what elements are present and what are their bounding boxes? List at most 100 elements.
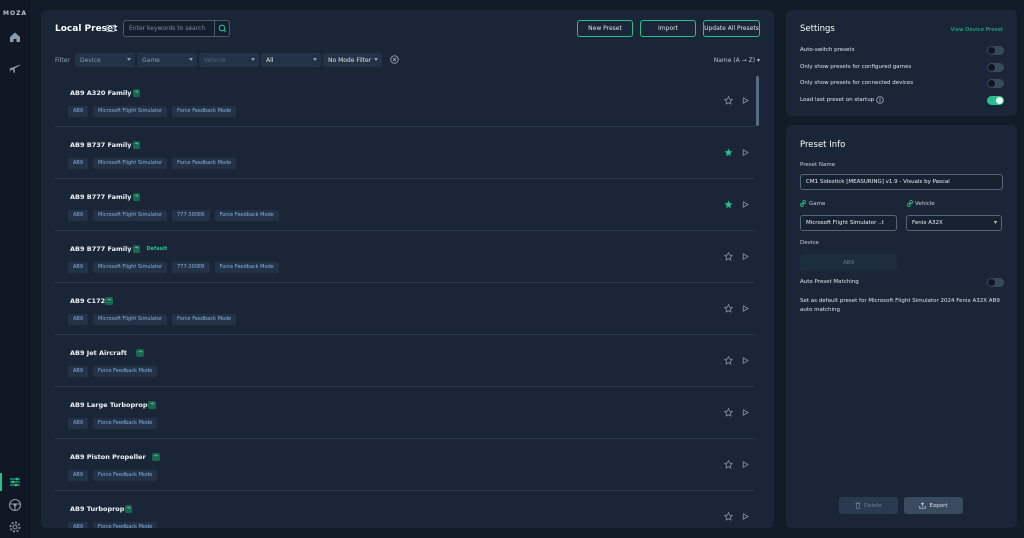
- toggle-knob: [988, 47, 995, 54]
- preset-tag: Force Feedback Mode: [172, 158, 237, 169]
- play-icon[interactable]: [742, 357, 749, 364]
- type-filter-dropdown[interactable]: All: [261, 53, 321, 67]
- play-icon[interactable]: [742, 201, 749, 208]
- star-outline-icon[interactable]: [724, 460, 733, 469]
- vehicle-filter-value: Vehicle: [204, 56, 226, 64]
- preset-tag: Force Feedback Mode: [93, 418, 158, 429]
- preset-info-panel: Preset Info Preset Name CM1 Sidestick [M…: [786, 125, 1017, 528]
- preset-row[interactable]: AB9 Piston Propeller → AB9 Force Feedback M…: [55, 440, 755, 491]
- vehicle-dropdown[interactable]: Fenix A32X ▾: [906, 215, 1002, 231]
- new-preset-button[interactable]: New Preset: [577, 20, 633, 37]
- import-button[interactable]: Import: [640, 20, 696, 37]
- tag-list: AB9 Microsoft Flight Simulator Force Feedb…: [68, 314, 237, 325]
- preset-row[interactable]: AB9 A320 Family → AB9 Microsoft Flight Simu…: [55, 76, 755, 127]
- preset-tag: Microsoft Flight Simulator: [93, 158, 168, 169]
- preset-tag: AB9: [68, 470, 89, 481]
- star-outline-icon[interactable]: [724, 96, 733, 105]
- gear-icon[interactable]: [8, 520, 22, 534]
- chevron-down-icon: ▾: [993, 219, 997, 226]
- play-icon[interactable]: [742, 461, 749, 468]
- info-icon[interactable]: [876, 95, 884, 104]
- settings-title: Settings: [800, 24, 835, 34]
- play-icon[interactable]: [742, 149, 749, 156]
- toggle-knob: [988, 80, 995, 87]
- preset-tag: Force Feedback Mode: [93, 522, 158, 528]
- tag-list: AB9 Force Feedback Mode: [68, 470, 158, 481]
- preset-tag: AB9: [68, 262, 89, 273]
- chevron-down-icon: [189, 58, 193, 61]
- vehicle-filter-dropdown[interactable]: Vehicle: [199, 53, 259, 67]
- preset-row[interactable]: AB9 Large Turboprop → AB9 Force Feedback Mo…: [55, 388, 755, 439]
- home-icon[interactable]: [8, 30, 22, 44]
- preset-row[interactable]: AB9 B777 Family → AB9 Microsoft Flight Simu…: [55, 180, 755, 231]
- preset-row[interactable]: AB9 B737 Family → AB9 Microsoft Flight Simu…: [55, 128, 755, 179]
- search-button[interactable]: [214, 21, 229, 36]
- version-badge: →: [152, 453, 160, 461]
- game-filter-value: Game: [142, 56, 160, 64]
- preset-name: AB9 C172: [70, 297, 106, 305]
- list-scrollbar[interactable]: [756, 76, 759, 126]
- toggle-knob: [988, 63, 995, 71]
- view-device-preset-link[interactable]: View Device Preset: [950, 27, 1003, 33]
- auto-preset-matching-toggle[interactable]: [987, 278, 1004, 287]
- setting-label: Only show presets for configured games: [800, 63, 912, 70]
- sliders-icon[interactable]: [8, 475, 22, 489]
- game-filter-dropdown[interactable]: Game: [137, 53, 197, 67]
- setting-toggle[interactable]: [987, 62, 1004, 72]
- sort-dropdown[interactable]: Name (A → Z) ▾: [714, 57, 760, 64]
- star-outline-icon[interactable]: [724, 252, 733, 261]
- play-icon[interactable]: [742, 97, 749, 104]
- search-input[interactable]: [124, 21, 214, 36]
- setting-toggle[interactable]: [987, 95, 1004, 105]
- game-label: Game: [809, 201, 826, 207]
- app-logo: MOZA: [3, 10, 28, 17]
- game-field[interactable]: Microsoft Flight Simulator ..t: [800, 215, 897, 231]
- play-icon[interactable]: [742, 513, 749, 520]
- preset-row[interactable]: AB9 C172 → AB9 Microsoft Flight Simulator Fo…: [55, 284, 755, 335]
- star-filled-icon[interactable]: [724, 148, 733, 157]
- vehicle-value: Fenix A32X: [912, 220, 943, 226]
- export-button[interactable]: Export: [904, 497, 963, 514]
- setting-toggle[interactable]: [987, 79, 1004, 88]
- star-outline-icon[interactable]: [724, 356, 733, 365]
- preset-tag: AB9: [68, 314, 89, 325]
- device-filter-dropdown[interactable]: Device: [75, 53, 135, 67]
- clear-filter-icon[interactable]: [390, 55, 399, 64]
- star-outline-icon[interactable]: [724, 512, 733, 521]
- preset-row[interactable]: AB9 Turboprop → AB9 Force Feedback Mode: [55, 492, 755, 528]
- settings-panel: Settings View Device Preset Auto-switch …: [786, 10, 1017, 116]
- version-badge: →: [132, 89, 141, 97]
- link-icon: [907, 200, 913, 207]
- play-icon[interactable]: [742, 305, 749, 312]
- sort-value: Name (A → Z): [713, 57, 756, 64]
- setting-toggle[interactable]: [987, 46, 1004, 55]
- delete-button[interactable]: Delete: [839, 497, 898, 514]
- tag-list: AB9 Microsoft Flight Simulator Force Feedb…: [68, 158, 237, 169]
- auto-preset-matching-label: Auto Preset Matching: [800, 279, 859, 285]
- play-icon[interactable]: [742, 409, 749, 416]
- update-all-presets-button[interactable]: Update All Presets: [703, 20, 760, 37]
- steering-wheel-icon[interactable]: [8, 498, 22, 512]
- setting-label: Auto-switch presets: [800, 47, 855, 53]
- play-icon[interactable]: [742, 253, 749, 260]
- link-icon: [800, 200, 806, 207]
- preset-tag: Microsoft Flight Simulator: [93, 106, 168, 117]
- preset-name-input[interactable]: CM1 Sidestick [MEASURING] v1.9 - Visuals…: [800, 174, 1003, 190]
- tag-list: AB9 Microsoft Flight Simulator 777-300ER Fo…: [68, 262, 279, 273]
- device-chip: AB9: [800, 254, 897, 271]
- airplane-icon[interactable]: [8, 61, 22, 75]
- star-outline-icon[interactable]: [724, 304, 733, 313]
- setting-row: Only show presets for configured games: [800, 62, 1004, 73]
- preset-row[interactable]: AB9 B777 Family → Default AB9 Microsoft Flig…: [55, 232, 755, 283]
- device-icon: [106, 25, 115, 32]
- preset-name: AB9 Piston Propeller: [70, 453, 146, 461]
- mode-filter-dropdown[interactable]: No Mode Filter: [323, 53, 382, 67]
- version-badge: →: [124, 505, 133, 513]
- star-filled-icon[interactable]: [724, 200, 733, 209]
- preset-row[interactable]: AB9 Jet Aircraft → AB9 Force Feedback Mode: [55, 336, 755, 387]
- version-badge: →: [132, 193, 141, 201]
- star-outline-icon[interactable]: [724, 408, 733, 417]
- preset-name-label: Preset Name: [800, 162, 836, 168]
- tag-list: AB9 Microsoft Flight Simulator 777-300ER Fo…: [68, 210, 279, 221]
- search-icon: [218, 24, 227, 33]
